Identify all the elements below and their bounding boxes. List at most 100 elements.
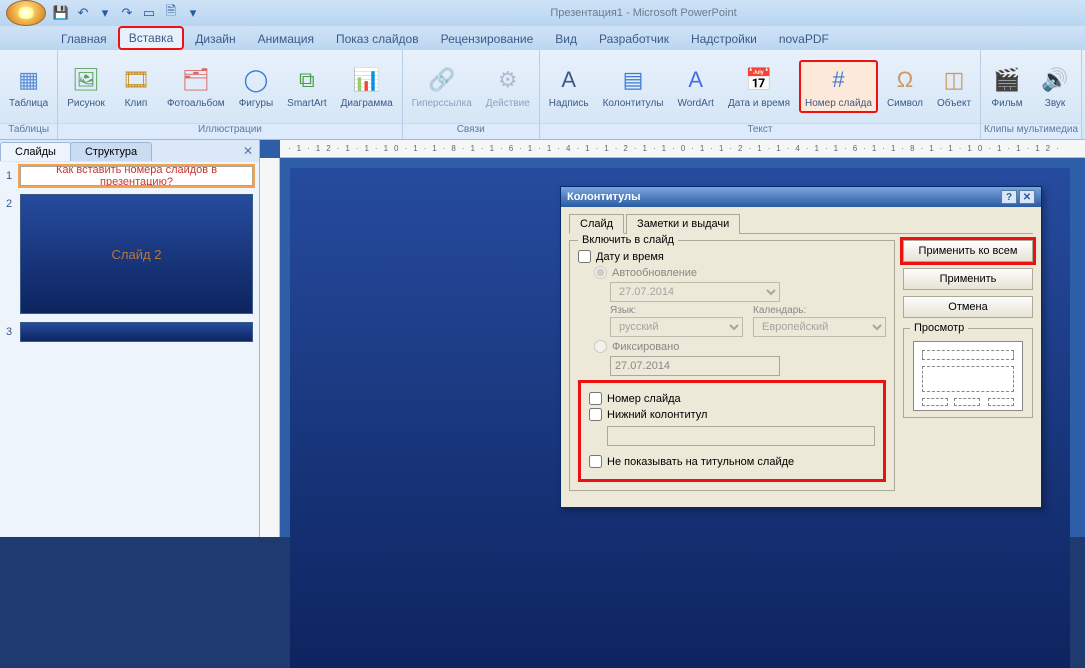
smartart-icon: ⧉ xyxy=(291,64,323,96)
tab-addin[interactable]: Надстройки xyxy=(680,27,768,50)
hyperlink-button[interactable]: 🔗Гиперссылка xyxy=(407,61,477,112)
new-slide-icon[interactable]: ▭ xyxy=(140,4,158,22)
save-icon[interactable]: 💾 xyxy=(52,4,70,22)
clipart-button[interactable]: 🎞Клип xyxy=(114,61,158,112)
cancel-button[interactable]: Отмена xyxy=(903,296,1033,318)
group-media: 🎬Фильм 🔊Звук Клипы мультимедиа xyxy=(981,50,1082,139)
movie-button[interactable]: 🎬Фильм xyxy=(985,61,1029,112)
dialog-close-icon[interactable]: ✕ xyxy=(1019,190,1035,204)
ribbon-tabs: Главная Вставка Дизайн Анимация Показ сл… xyxy=(0,26,1085,50)
object-button[interactable]: ◫ Объект xyxy=(932,61,976,112)
thumb-num: 3 xyxy=(6,322,20,342)
group-illustrations-label: Иллюстрации xyxy=(58,123,401,139)
apply-button[interactable]: Применить xyxy=(903,268,1033,290)
pane-tabs: Слайды Структура ✕ xyxy=(0,140,259,162)
thumb-row[interactable]: 3 xyxy=(6,322,253,342)
shapes-icon: ◯ xyxy=(240,64,272,96)
datetime-checkbox[interactable]: Дату и время xyxy=(578,250,886,263)
preview-thumbnail xyxy=(913,341,1023,411)
textbox-label: Надпись xyxy=(549,98,589,109)
object-label: Объект xyxy=(937,98,971,109)
pane-close-icon[interactable]: ✕ xyxy=(243,144,253,158)
qat-more-icon[interactable]: ▾ xyxy=(184,4,202,22)
action-label: Действие xyxy=(486,98,530,109)
picture-label: Рисунок xyxy=(67,98,105,109)
apply-all-button[interactable]: Применить ко всем xyxy=(903,240,1033,262)
textbox-icon: A xyxy=(553,64,585,96)
group-text-label: Текст xyxy=(540,123,980,139)
title-bar: 💾 ↶ ▾ ↷ ▭ 🗎 ▾ Презентация1 - Microsoft P… xyxy=(0,0,1085,26)
table-icon: ▦ xyxy=(13,64,45,96)
dialog-titlebar[interactable]: Колонтитулы ? ✕ xyxy=(561,187,1041,207)
pane-tab-slides[interactable]: Слайды xyxy=(0,142,71,161)
tab-developer[interactable]: Разработчик xyxy=(588,27,680,50)
group-tables-label: Таблицы xyxy=(0,123,57,139)
symbol-button[interactable]: ΩСимвол xyxy=(882,61,928,112)
cal-label: Календарь: xyxy=(753,305,886,316)
group-media-label: Клипы мультимедиа xyxy=(981,123,1081,139)
pane-tab-outline[interactable]: Структура xyxy=(70,142,152,161)
smartart-label: SmartArt xyxy=(287,98,326,109)
redo-icon[interactable]: ↷ xyxy=(118,4,136,22)
tab-design[interactable]: Дизайн xyxy=(184,27,246,50)
print-icon[interactable]: 🗎 xyxy=(162,4,180,22)
office-button[interactable] xyxy=(6,0,46,26)
notitle-checkbox[interactable]: Не показывать на титульном слайде xyxy=(589,455,875,468)
wordart-button[interactable]: AWordArt xyxy=(672,61,719,112)
textbox-button[interactable]: A Надпись xyxy=(544,61,594,112)
sound-button[interactable]: 🔊Звук xyxy=(1033,61,1077,112)
lang-select[interactable]: русский xyxy=(610,317,743,337)
dialog-title: Колонтитулы xyxy=(567,191,641,203)
fixed-radio[interactable]: Фиксировано xyxy=(594,340,886,353)
picture-button[interactable]: 🖼 Рисунок xyxy=(62,61,110,112)
fixed-date-input[interactable] xyxy=(610,356,780,376)
thumb-row[interactable]: 1 Как вставить номера слайдов в презента… xyxy=(6,166,253,186)
tab-insert[interactable]: Вставка xyxy=(118,26,185,50)
shapes-button[interactable]: ◯Фигуры xyxy=(234,61,278,112)
tab-novapdf[interactable]: novaPDF xyxy=(768,27,840,50)
dialog-tab-slide[interactable]: Слайд xyxy=(569,214,624,234)
wordart-label: WordArt xyxy=(677,98,714,109)
photoalbum-button[interactable]: 🗂Фотоальбом xyxy=(162,61,230,112)
undo-icon[interactable]: ↶ xyxy=(74,4,92,22)
thumb-row[interactable]: 2 Слайд 2 xyxy=(6,194,253,314)
quick-access-toolbar: 💾 ↶ ▾ ↷ ▭ 🗎 ▾ xyxy=(52,4,202,22)
footer-checkbox[interactable]: Нижний колонтитул xyxy=(589,408,875,421)
slidenumber-checkbox[interactable]: Номер слайда xyxy=(589,392,875,405)
dialog-right: Применить ко всем Применить Отмена Просм… xyxy=(903,240,1033,497)
datetime-button[interactable]: 📅Дата и время xyxy=(723,61,795,112)
thumb-3[interactable] xyxy=(20,322,253,342)
footer-input[interactable] xyxy=(607,426,875,446)
footer-chk-label: Нижний колонтитул xyxy=(607,409,707,421)
auto-radio[interactable]: Автообновление xyxy=(594,266,886,279)
qat-dropdown-icon[interactable]: ▾ xyxy=(96,4,114,22)
preview-legend: Просмотр xyxy=(910,322,968,334)
thumbs-list[interactable]: 1 Как вставить номера слайдов в презента… xyxy=(0,162,259,537)
table-label: Таблица xyxy=(9,98,48,109)
headerfooter-label: Колонтитулы xyxy=(603,98,664,109)
object-icon: ◫ xyxy=(938,64,970,96)
dialog-help-icon[interactable]: ? xyxy=(1001,190,1017,204)
headerfooter-button[interactable]: ▤ Колонтитулы xyxy=(598,61,669,112)
tab-animation[interactable]: Анимация xyxy=(247,27,325,50)
dialog-tab-notes[interactable]: Заметки и выдачи xyxy=(626,214,740,234)
chart-button[interactable]: 📊Диаграмма xyxy=(336,61,398,112)
include-fieldset: Включить в слайд Дату и время Автообновл… xyxy=(569,240,895,491)
table-button[interactable]: ▦ Таблица xyxy=(4,61,53,112)
headerfooter-icon: ▤ xyxy=(617,64,649,96)
tab-view[interactable]: Вид xyxy=(544,27,588,50)
thumb-2[interactable]: Слайд 2 xyxy=(20,194,253,314)
auto-date-select[interactable]: 27.07.2014 xyxy=(610,282,780,302)
tab-review[interactable]: Рецензирование xyxy=(430,27,545,50)
tab-home[interactable]: Главная xyxy=(50,27,118,50)
thumb-1[interactable]: Как вставить номера слайдов в презентаци… xyxy=(20,166,253,186)
symbol-icon: Ω xyxy=(889,64,921,96)
thumb-num: 1 xyxy=(6,166,20,186)
action-button[interactable]: ⚙Действие xyxy=(481,61,535,112)
picture-icon: 🖼 xyxy=(70,64,102,96)
cal-select[interactable]: Европейский xyxy=(753,317,886,337)
slidenumber-button[interactable]: #Номер слайда xyxy=(799,60,878,113)
lang-label: Язык: xyxy=(610,305,743,316)
smartart-button[interactable]: ⧉ SmartArt xyxy=(282,61,331,112)
tab-slideshow[interactable]: Показ слайдов xyxy=(325,27,430,50)
